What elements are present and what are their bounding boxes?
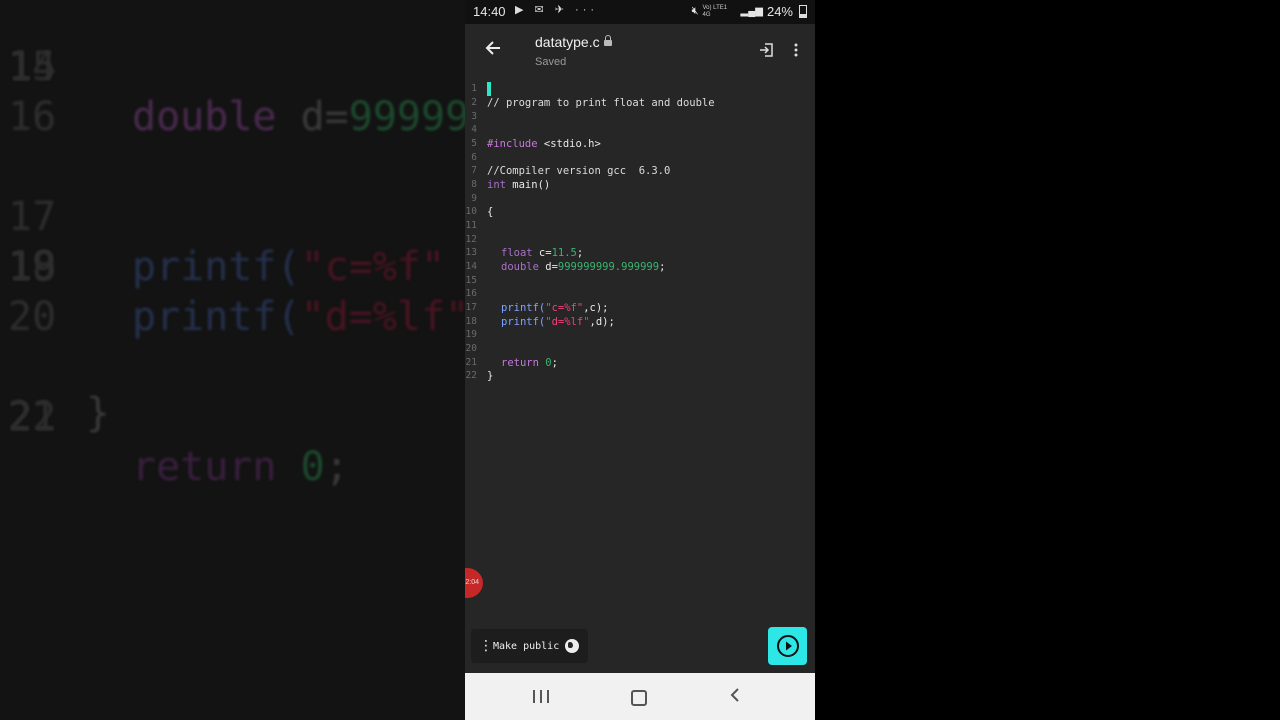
login-icon[interactable] [758, 42, 774, 58]
battery-percent: 24% [766, 4, 793, 19]
nav-back-icon[interactable] [729, 686, 741, 709]
code-printf-d: printf("d=%lf",d); [501, 316, 615, 328]
code-open-brace: { [487, 206, 494, 218]
more-vertical-small-icon: ⋮ [479, 638, 493, 654]
globe-icon [565, 639, 580, 653]
bg-line-21: 21 return 0; [8, 394, 349, 490]
play-circle-icon [776, 635, 799, 657]
code-editor[interactable]: 1 2// program to print float and double … [465, 80, 815, 620]
home-icon[interactable] [631, 690, 647, 706]
code-float-decl: float c=11.5; [501, 247, 584, 259]
code-comment: // program to print float and double [487, 97, 715, 109]
background-zoomed-code: 14 double d=99999 15 16 17 printf("c=%f"… [0, 0, 465, 720]
phone-screen: 14:40 ▶ ✉ ✈ ··· 🔇︎ Vo) LTE1 4G ▂▄▆ 24% d… [465, 0, 815, 720]
file-title[interactable]: datatype.c [535, 34, 612, 50]
save-status: Saved [535, 56, 567, 68]
code-close-brace: } [487, 370, 494, 382]
app-bar: datatype.c Saved [465, 24, 815, 80]
battery-icon [799, 5, 807, 18]
make-public-label: Make public [493, 640, 560, 652]
code-double-decl: double d=999999999.999999; [501, 261, 666, 273]
status-right: 🔇︎ Vo) LTE1 4G ▂▄▆ 24% [692, 4, 807, 19]
code-main-signature: int main() [487, 179, 551, 191]
mute-icon: 🔇︎ [691, 5, 699, 17]
status-time: 14:40 [473, 4, 506, 19]
network-indicator: Vo) LTE1 4G [702, 4, 728, 18]
notification-icons: ▶ ✉ ✈ ··· [515, 4, 599, 16]
status-bar: 14:40 ▶ ✉ ✈ ··· 🔇︎ Vo) LTE1 4G ▂▄▆ 24% [465, 0, 815, 24]
code-comment-compiler: //Compiler version gcc 6.3.0 [487, 165, 671, 177]
bg-closing-brace: } [86, 390, 111, 436]
text-cursor [487, 82, 491, 96]
bg-line-18: 18 printf("d=%lf" [8, 244, 465, 340]
code-return: return 0; [501, 357, 558, 369]
lock-icon [603, 35, 612, 46]
signal-icon: ▂▄▆ [740, 6, 763, 17]
code-printf-c: printf("c=%f",c); [501, 302, 609, 314]
recent-apps-icon[interactable] [533, 690, 549, 703]
more-vertical-icon[interactable] [791, 42, 801, 58]
make-public-button[interactable]: ⋮ Make public [471, 629, 588, 663]
file-name: datatype.c [535, 34, 600, 50]
bg-line-14: 14 double d=99999 [8, 44, 465, 140]
background-right [815, 0, 1280, 720]
code-include: #include <stdio.h> [487, 138, 601, 150]
bottom-toolbar: ⋮ Make public [465, 622, 815, 672]
bg-line-17: 17 printf("c=%f" [8, 194, 446, 290]
run-button[interactable] [768, 627, 807, 665]
android-nav-bar [465, 673, 815, 720]
back-arrow-icon[interactable] [481, 38, 505, 62]
